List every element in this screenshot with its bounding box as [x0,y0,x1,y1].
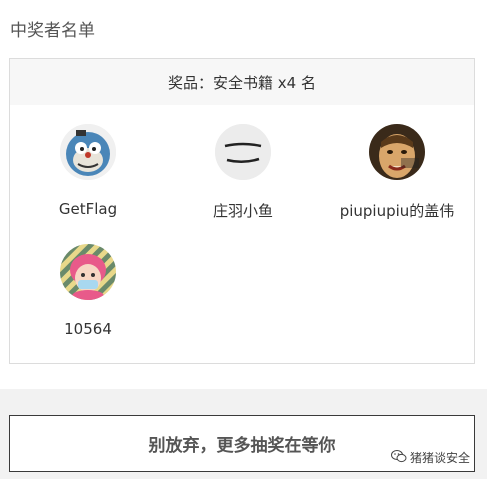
meme-face-avatar-icon [369,124,425,180]
winner-item[interactable]: GetFlag [13,124,163,218]
cartoon-cat-avatar-icon [60,124,116,180]
winner-item[interactable]: 10564 [13,244,163,338]
winners-panel: 奖品：安全书籍 x4 名 GetFlag 庄羽小鱼 piupiupiu的盖伟 1… [9,58,475,364]
avatar[interactable] [60,124,116,180]
winner-item[interactable]: 庄羽小鱼 [168,124,318,221]
winner-name: GetFlag [58,200,118,218]
watermark: 猪猪谈安全 [391,449,470,466]
winner-name: 庄羽小鱼 [212,202,273,220]
avatar[interactable] [215,124,271,180]
winner-item[interactable]: piupiupiu的盖伟 [322,124,472,221]
winner-name: 10564 [64,320,112,338]
winner-name: piupiupiu的盖伟 [339,202,455,220]
avatar[interactable] [60,244,116,300]
watermark-label: 猪猪谈安全 [410,451,471,465]
prize-label: 奖品：安全书籍 x4 名 [10,59,474,105]
page-title: 中奖者名单 [10,21,95,41]
avatar[interactable] [369,124,425,180]
sketch-line-avatar-icon [215,124,271,180]
wechat-icon [391,449,407,466]
anime-girl-avatar-icon [60,244,116,300]
